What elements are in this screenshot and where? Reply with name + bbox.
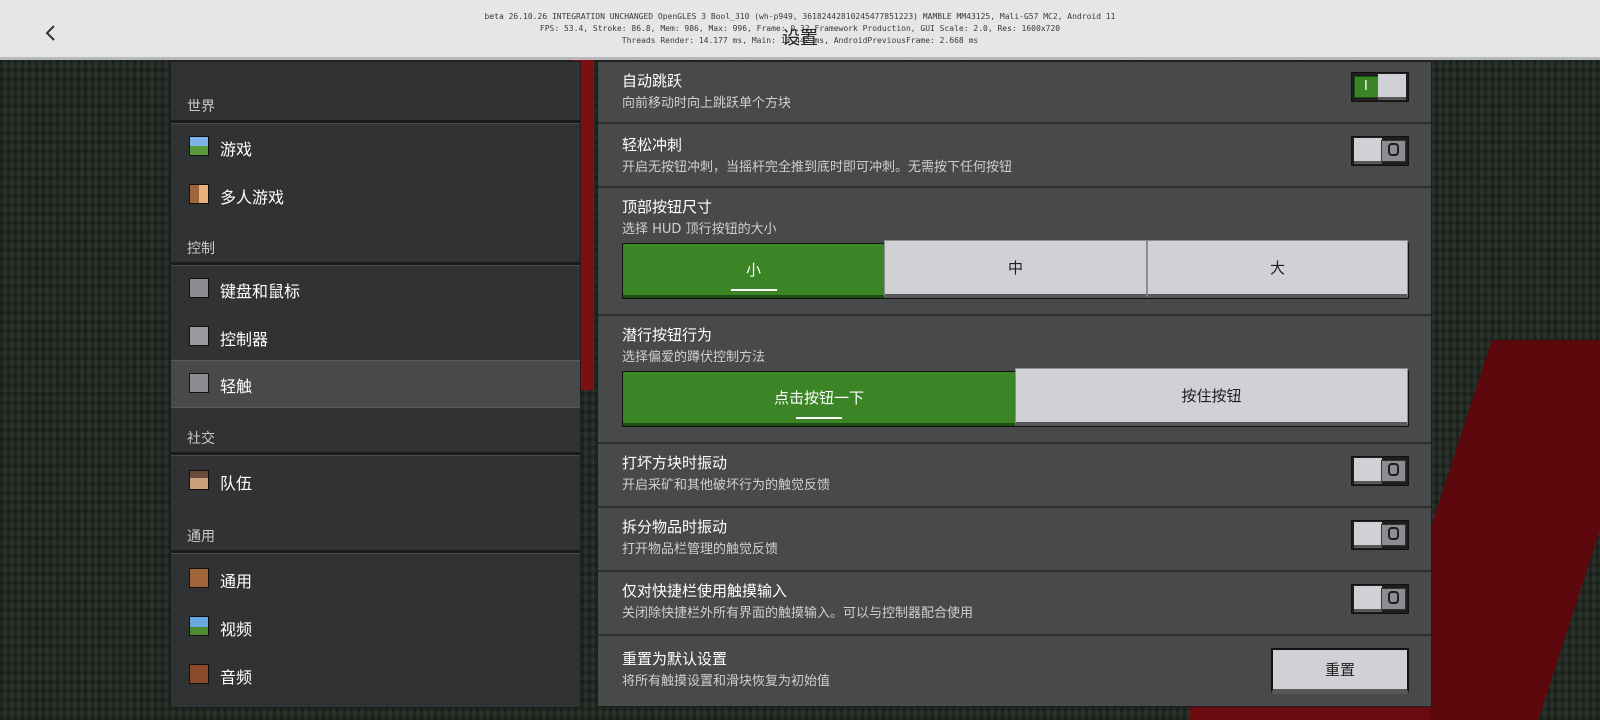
divider xyxy=(171,550,580,554)
sidebar-item-label: 多人游戏 xyxy=(220,188,285,207)
sidebar-item-multiplayer[interactable]: 多人游戏 xyxy=(171,172,580,218)
setting-desc: 选择 HUD 顶行按钮的大小 xyxy=(622,222,777,237)
section-title-controls: 控制 xyxy=(187,241,215,257)
section-title-social: 社交 xyxy=(187,431,215,447)
landscape-icon xyxy=(189,616,209,636)
players-icon xyxy=(189,184,209,204)
section-title-world: 世界 xyxy=(187,99,215,115)
sidebar-item-keyboard-mouse[interactable]: 键盘和鼠标 xyxy=(171,266,580,312)
setting-title: 拆分物品时振动 xyxy=(622,518,728,536)
toggle-on-mark: I xyxy=(1364,79,1368,94)
easy-sprint-toggle[interactable] xyxy=(1351,136,1409,166)
keyboard-mouse-icon xyxy=(189,278,209,298)
setting-title: 仅对快捷栏使用触摸输入 xyxy=(622,582,788,600)
sidebar-item-party[interactable]: 队伍 xyxy=(171,458,580,504)
gear-icon xyxy=(189,568,209,588)
sneak-behavior-selector: 点击按钮一下 按住按钮 xyxy=(622,368,1409,427)
touch-settings-panel: 自动跳跃 向前移动时向上跳跃单个方块 I 轻松冲刺 开启无按钮冲刺，当摇杆完全推… xyxy=(597,61,1432,707)
break-vibration-toggle[interactable] xyxy=(1351,456,1409,486)
setting-desc: 将所有触摸设置和滑块恢复为初始值 xyxy=(622,674,831,689)
sidebar-item-label: 队伍 xyxy=(220,474,253,493)
sidebar-item-label: 轻触 xyxy=(220,377,253,396)
toggle-off-icon xyxy=(1388,527,1399,540)
sidebar-item-label: 键盘和鼠标 xyxy=(220,282,301,301)
sidebar-item-audio[interactable]: 音频 xyxy=(171,652,580,698)
sidebar-item-label: 通用 xyxy=(220,572,253,591)
size-option-small[interactable]: 小 xyxy=(623,244,884,298)
setting-sneak-behavior: 潜行按钮行为 选择偏爱的蹲伏控制方法 点击按钮一下 按住按钮 xyxy=(598,316,1431,444)
setting-title: 自动跳跃 xyxy=(622,72,683,90)
setting-desc: 开启采矿和其他破坏行为的触觉反馈 xyxy=(622,478,831,493)
party-icon xyxy=(189,470,209,490)
setting-desc: 向前移动时向上跳跃单个方块 xyxy=(622,96,792,111)
setting-desc: 打开物品栏管理的触觉反馈 xyxy=(622,542,779,557)
sidebar-item-label: 音频 xyxy=(220,668,253,687)
setting-split-vibration: 拆分物品时振动 打开物品栏管理的触觉反馈 xyxy=(598,508,1431,572)
setting-reset-defaults: 重置为默认设置 将所有触摸设置和滑块恢复为初始值 重置 xyxy=(598,636,1431,706)
auto-jump-toggle[interactable]: I xyxy=(1351,72,1409,102)
setting-easy-sprint: 轻松冲刺 开启无按钮冲刺，当摇杆完全推到底时即可冲刺。无需按下任何按钮 xyxy=(598,124,1431,188)
divider xyxy=(171,452,580,456)
note-block-icon xyxy=(189,664,209,684)
size-option-large[interactable]: 大 xyxy=(1147,240,1408,298)
split-vibration-toggle[interactable] xyxy=(1351,520,1409,550)
setting-desc: 选择偏爱的蹲伏控制方法 xyxy=(622,350,766,365)
grass-block-icon xyxy=(189,136,209,156)
sidebar-item-label: 游戏 xyxy=(220,140,253,159)
sidebar-item-controller[interactable]: 控制器 xyxy=(171,314,580,360)
setting-desc: 开启无按钮冲刺，当摇杆完全推到底时即可冲刺。无需按下任何按钮 xyxy=(622,160,1013,175)
setting-break-vibration: 打坏方块时振动 开启采矿和其他破坏行为的触觉反馈 xyxy=(598,444,1431,508)
setting-title: 顶部按钮尺寸 xyxy=(622,198,713,216)
toggle-off-icon xyxy=(1388,143,1399,156)
header-bar: beta 26.10.26 INTEGRATION UNCHANGED Open… xyxy=(0,0,1600,60)
setting-title: 打坏方块时振动 xyxy=(622,454,728,472)
controller-icon xyxy=(189,326,209,346)
sidebar-item-touch[interactable]: 轻触 xyxy=(171,360,580,408)
toggle-off-icon xyxy=(1388,591,1399,604)
section-title-general: 通用 xyxy=(187,529,215,545)
top-button-size-selector: 小 中 大 xyxy=(622,240,1409,299)
setting-title: 重置为默认设置 xyxy=(622,650,728,668)
setting-title: 轻松冲刺 xyxy=(622,136,683,154)
hotbar-touch-only-toggle[interactable] xyxy=(1351,584,1409,614)
setting-auto-jump: 自动跳跃 向前移动时向上跳跃单个方块 I xyxy=(598,62,1431,124)
setting-top-button-size: 顶部按钮尺寸 选择 HUD 顶行按钮的大小 小 中 大 xyxy=(598,188,1431,316)
reset-button[interactable]: 重置 xyxy=(1271,648,1409,694)
size-option-medium[interactable]: 中 xyxy=(884,240,1147,298)
sidebar-item-game[interactable]: 游戏 xyxy=(171,124,580,170)
sidebar-item-label: 视频 xyxy=(220,620,253,639)
settings-sidebar: 世界 游戏 多人游戏 控制 键盘和鼠标 控制器 轻触 社交 队伍 通用 通用 视… xyxy=(170,61,581,708)
setting-desc: 关闭除快捷栏外所有界面的触摸输入。可以与控制器配合使用 xyxy=(622,606,974,621)
setting-hotbar-touch-only: 仅对快捷栏使用触摸输入 关闭除快捷栏外所有界面的触摸输入。可以与控制器配合使用 xyxy=(598,572,1431,636)
touch-hand-icon xyxy=(189,373,209,393)
sidebar-item-general[interactable]: 通用 xyxy=(171,556,580,602)
sidebar-item-label: 控制器 xyxy=(220,330,269,349)
sneak-option-tap[interactable]: 点击按钮一下 xyxy=(623,372,1015,426)
sneak-option-hold[interactable]: 按住按钮 xyxy=(1015,368,1408,426)
debug-line: beta 26.10.26 INTEGRATION UNCHANGED Open… xyxy=(484,12,1116,21)
toggle-off-icon xyxy=(1388,463,1399,476)
sidebar-item-video[interactable]: 视频 xyxy=(171,604,580,650)
page-title: 设置 xyxy=(782,28,818,49)
setting-title: 潜行按钮行为 xyxy=(622,326,713,344)
